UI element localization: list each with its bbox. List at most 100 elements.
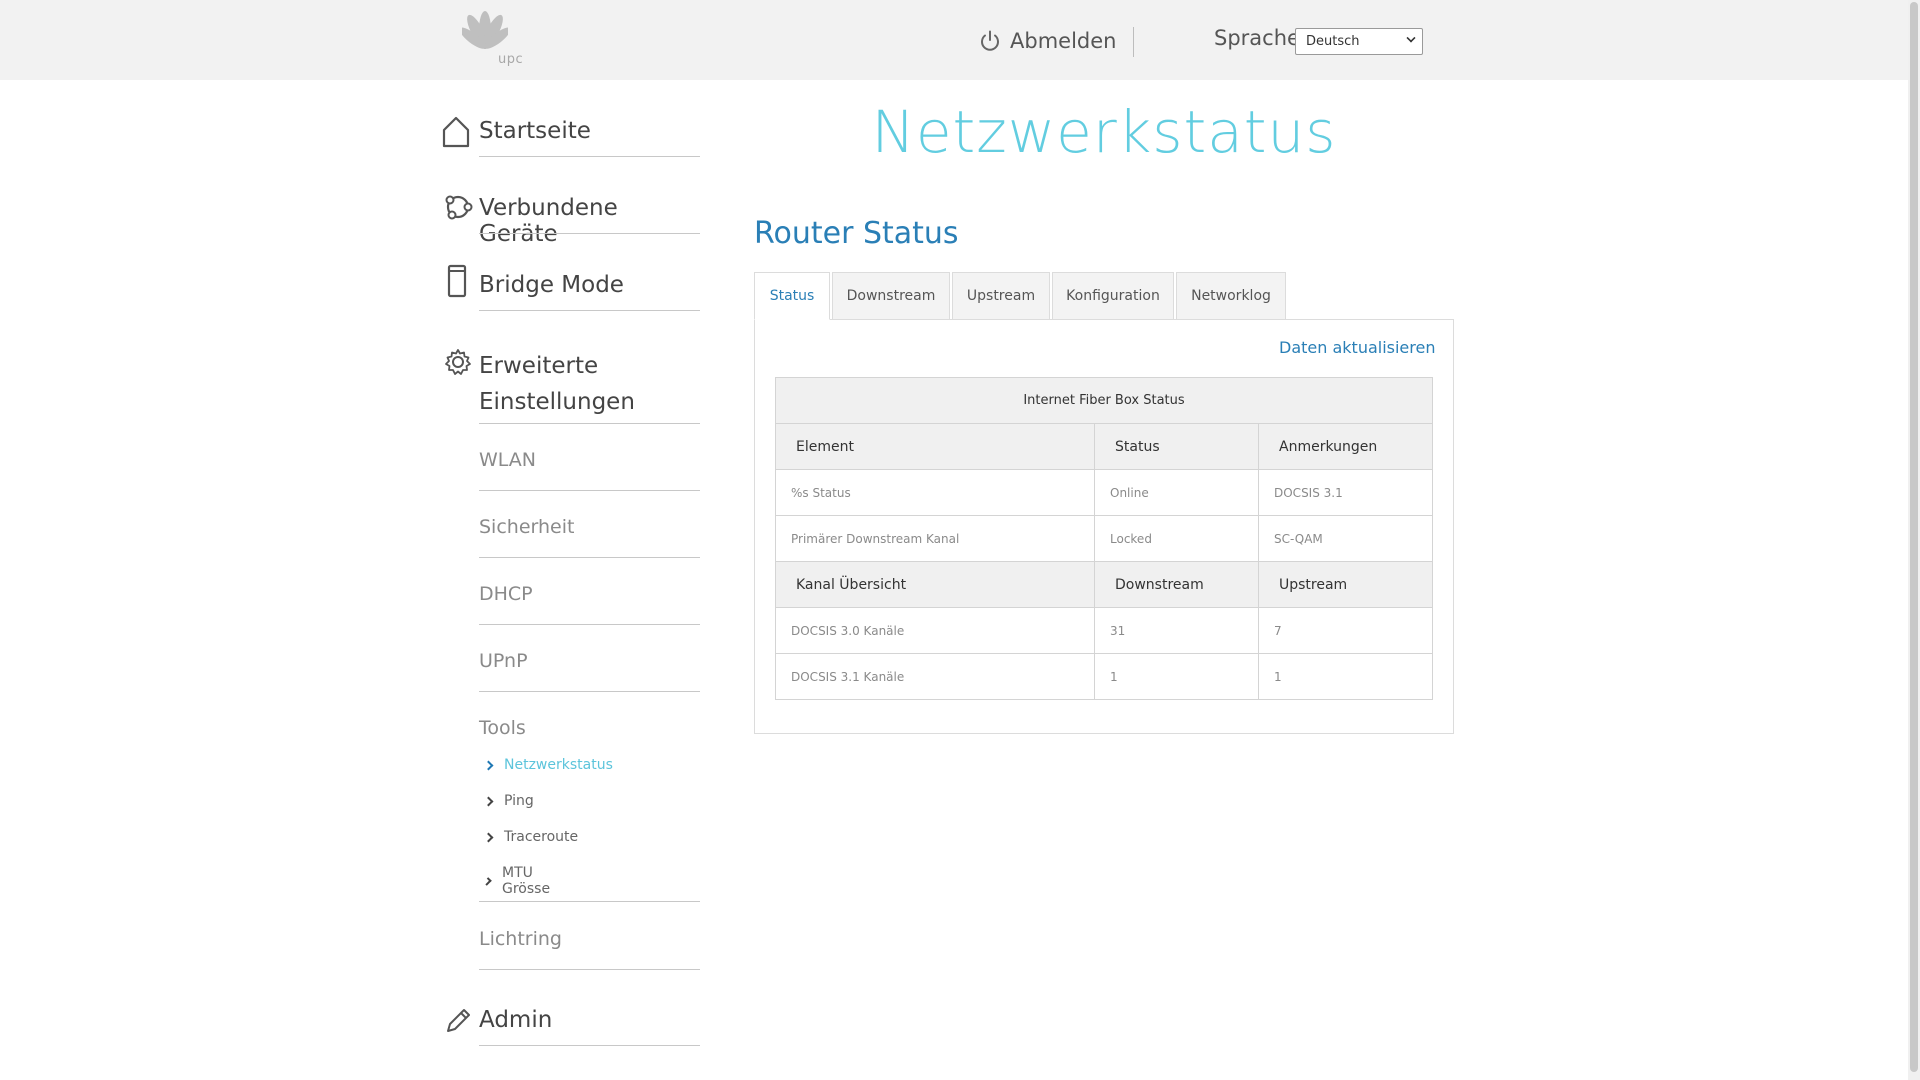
tools-item-mtu-groesse[interactable]: MTU Grösse [483,865,552,897]
table-cell: SC-QAM [1258,515,1433,562]
language-select[interactable]: Deutsch [1295,28,1423,55]
table-header-row: Kanal Übersicht Downstream Upstream [775,561,1433,608]
column-header: Downstream [1094,561,1259,608]
sidebar-item-label: Bridge Mode [479,272,624,298]
chevron-right-icon [483,796,494,806]
chevron-right-icon [483,760,494,770]
divider [479,423,700,424]
table-cell: 1 [1094,653,1259,700]
table-caption: Internet Fiber Box Status [775,377,1433,424]
sidebar-item-admin[interactable]: Admin [447,1007,700,1047]
logout-label: Abmelden [1010,29,1117,53]
top-header: upc Abmelden Sprache Deutsch [0,0,1908,80]
sidebar-item-label: Lichtring [479,928,562,950]
column-header: Kanal Übersicht [775,561,1095,608]
tools-item-netzwerkstatus[interactable]: Netzwerkstatus [483,757,613,773]
tools-item-traceroute[interactable]: Traceroute [483,829,579,845]
sidebar-item-label-line1: Erweiterte [479,353,599,379]
sidebar-item-label: Tools [479,717,526,739]
table-cell: Primärer Downstream Kanal [775,515,1095,562]
logout-button[interactable]: Abmelden [978,26,1116,56]
tab-konfiguration[interactable]: Konfiguration [1052,272,1174,320]
devices-icon [445,195,473,220]
tab-downstream[interactable]: Downstream [832,272,950,320]
tools-item-label: MTU Grösse [502,865,551,897]
table-header-row: Element Status Anmerkungen [775,423,1433,470]
home-icon [442,116,470,148]
sidebar-item-verbundene-geraete[interactable]: Verbundene Geräte [445,195,700,247]
tab-networklog[interactable]: Networklog [1176,272,1286,320]
sidebar-item-label: Sicherheit [479,516,575,538]
sidebar-item-label-line2: Einstellungen [479,389,635,415]
table-row: DOCSIS 3.0 Kanäle 31 7 [775,607,1433,654]
sidebar-item-label: UPnP [479,650,528,672]
tools-item-ping[interactable]: Ping [483,793,534,809]
table-cell: DOCSIS 3.0 Kanäle [775,607,1095,654]
divider [479,901,700,902]
divider [479,969,700,970]
status-table: Internet Fiber Box Status Element Status… [775,377,1433,700]
language-selected-value: Deutsch [1306,34,1360,49]
sidebar-item-erweiterte-einstellungen[interactable]: Erweiterte Einstellungen [445,348,700,424]
divider [479,624,700,625]
table-cell: DOCSIS 3.1 [1258,469,1433,516]
divider [479,490,700,491]
refresh-data-link[interactable]: Daten aktualisieren [1279,338,1435,357]
column-header: Element [775,423,1095,470]
sidebar-item-startseite[interactable]: Startseite [442,116,700,158]
language-label: Sprache [1214,26,1300,50]
table-cell: Online [1094,469,1259,516]
tools-item-label: Traceroute [504,829,579,845]
sidebar-item-label: Startseite [479,118,591,144]
sidebar-item-upnp[interactable]: UPnP [479,650,700,692]
sidebar-item-label: Verbundene Geräte [479,195,618,247]
divider [479,156,700,157]
chevron-right-icon [483,876,492,886]
divider [479,1045,700,1046]
bridge-mode-icon [447,264,467,298]
tools-item-label: Ping [504,793,534,809]
sidebar-item-wlan[interactable]: WLAN [479,449,700,491]
pencil-icon [447,1009,470,1032]
header-divider [1133,27,1134,57]
table-cell: 7 [1258,607,1433,654]
table-row: %s Status Online DOCSIS 3.1 [775,469,1433,516]
gear-icon [445,349,471,375]
sidebar-item-label: WLAN [479,449,537,471]
sidebar-item-label: Admin [479,1007,553,1033]
sidebar-item-sicherheit[interactable]: Sicherheit [479,516,700,558]
tab-upstream[interactable]: Upstream [952,272,1050,320]
table-row: Primärer Downstream Kanal Locked SC-QAM [775,515,1433,562]
column-header: Anmerkungen [1258,423,1433,470]
table-cell: %s Status [775,469,1095,516]
tab-bar: Status Downstream Upstream Konfiguration… [754,272,1288,320]
section-title: Router Status [754,216,959,251]
table-row: DOCSIS 3.1 Kanäle 1 1 [775,653,1433,700]
table-cell: DOCSIS 3.1 Kanäle [775,653,1095,700]
sidebar-item-label: DHCP [479,583,533,605]
power-icon [981,30,999,51]
divider [479,557,700,558]
upc-logo-icon [462,11,508,49]
chevron-right-icon [483,832,494,842]
tools-item-label: Netzwerkstatus [504,757,613,773]
tools-divider [479,901,700,903]
vertical-scrollbar[interactable] [1908,0,1920,1080]
sidebar-item-lichtring[interactable]: Lichtring [479,928,700,970]
sidebar-item-tools[interactable]: Tools [479,717,700,747]
sidebar-item-dhcp[interactable]: DHCP [479,583,700,625]
table-cell: 1 [1258,653,1433,700]
scrollbar-thumb[interactable] [1910,2,1918,1072]
table-cell: Locked [1094,515,1259,562]
tab-status[interactable]: Status [754,272,830,320]
column-header: Status [1094,423,1259,470]
sidebar-item-bridge-mode[interactable]: Bridge Mode [447,264,700,312]
divider [479,691,700,692]
upc-logo[interactable]: upc [462,10,524,70]
column-header: Upstream [1258,561,1433,608]
logo-text: upc [498,52,524,67]
divider [479,310,700,311]
table-caption-row: Internet Fiber Box Status [775,377,1433,424]
divider [479,233,700,234]
page-title: Netzwerkstatus [871,98,1337,166]
